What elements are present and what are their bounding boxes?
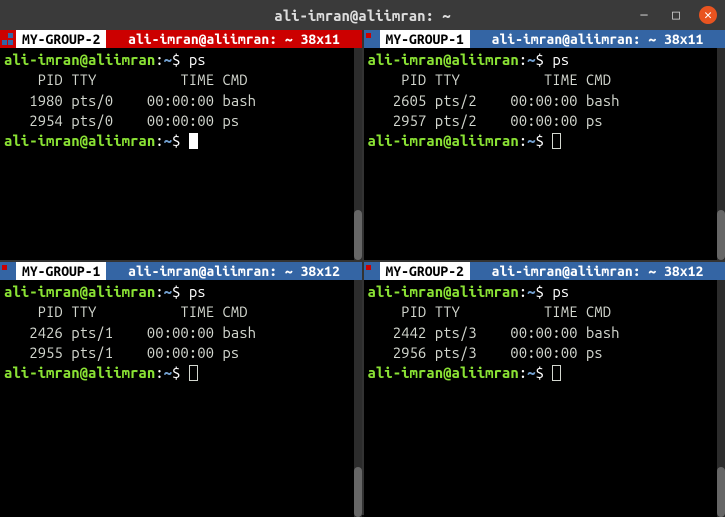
pane-group-label: MY-GROUP-2 — [380, 262, 470, 280]
prompt-host: aliimran — [88, 51, 155, 68]
tab-grid-icon — [364, 33, 380, 45]
ps-row: 2605 pts/2 00:00:00 bash — [368, 91, 722, 111]
pane-title: ali-imran@aliimran: ~ 38x12 — [470, 263, 725, 279]
scroll-thumb[interactable] — [717, 210, 725, 260]
scrollbar[interactable] — [354, 280, 362, 517]
scrollbar[interactable] — [354, 48, 362, 260]
ps-row: 2956 pts/3 00:00:00 ps — [368, 343, 722, 363]
scrollbar[interactable] — [717, 48, 725, 260]
prompt-user: ali-imran — [4, 51, 80, 68]
ps-row: 1980 pts/0 00:00:00 bash — [4, 91, 358, 111]
ps-header: PID TTY TIME CMD — [4, 70, 358, 90]
terminal-pane-1[interactable]: MY-GROUP-1 ali-imran@aliimran: ~ 38x11 a… — [364, 30, 725, 260]
terminal-pane-3[interactable]: MY-GROUP-2 ali-imran@aliimran: ~ 38x12 a… — [364, 262, 725, 517]
pane-title: ali-imran@aliimran: ~ 38x11 — [470, 31, 725, 47]
tab-grid-icon — [0, 265, 16, 277]
tab-grid-icon — [364, 265, 380, 277]
close-button[interactable]: ✕ — [699, 6, 717, 24]
terminal-pane-2[interactable]: MY-GROUP-1 ali-imran@aliimran: ~ 38x12 a… — [0, 262, 362, 517]
ps-row: 2955 pts/1 00:00:00 ps — [4, 343, 358, 363]
pane-titlebar[interactable]: MY-GROUP-2 ali-imran@aliimran: ~ 38x11 — [0, 30, 362, 48]
cursor-icon — [189, 365, 198, 381]
terminal-output[interactable]: ali-imran@aliimran:~$ ps PID TTY TIME CM… — [364, 48, 725, 260]
command-text: ps — [189, 51, 206, 68]
cursor-icon — [552, 365, 561, 381]
cursor-icon — [552, 133, 561, 149]
cursor-icon — [189, 133, 198, 149]
terminal-output[interactable]: ali-imran@aliimran:~$ ps PID TTY TIME CM… — [0, 280, 362, 517]
pane-group-label: MY-GROUP-1 — [16, 262, 106, 280]
ps-row: 2426 pts/1 00:00:00 bash — [4, 323, 358, 343]
ps-row: 2954 pts/0 00:00:00 ps — [4, 111, 358, 131]
scroll-thumb[interactable] — [354, 467, 362, 517]
minimize-button[interactable]: — — [635, 6, 653, 24]
scroll-thumb[interactable] — [354, 210, 362, 260]
pane-titlebar[interactable]: MY-GROUP-1 ali-imran@aliimran: ~ 38x11 — [364, 30, 725, 48]
terminal-output[interactable]: ali-imran@aliimran:~$ ps PID TTY TIME CM… — [364, 280, 725, 517]
terminal-grid: MY-GROUP-2 ali-imran@aliimran: ~ 38x11 a… — [0, 30, 725, 515]
terminal-pane-0[interactable]: MY-GROUP-2 ali-imran@aliimran: ~ 38x11 a… — [0, 30, 362, 260]
tab-grid-icon — [0, 33, 16, 45]
prompt-path: ~ — [164, 51, 172, 68]
pane-titlebar[interactable]: MY-GROUP-1 ali-imran@aliimran: ~ 38x12 — [0, 262, 362, 280]
ps-row: 2442 pts/3 00:00:00 bash — [368, 323, 722, 343]
window-titlebar: ali-imran@aliimran: ~ — □ ✕ — [0, 0, 725, 30]
scroll-thumb[interactable] — [717, 467, 725, 517]
pane-title: ali-imran@aliimran: ~ 38x12 — [106, 263, 361, 279]
pane-title: ali-imran@aliimran: ~ 38x11 — [106, 31, 361, 47]
maximize-button[interactable]: □ — [667, 6, 685, 24]
pane-titlebar[interactable]: MY-GROUP-2 ali-imran@aliimran: ~ 38x12 — [364, 262, 725, 280]
pane-group-label: MY-GROUP-1 — [380, 30, 470, 48]
pane-group-label: MY-GROUP-2 — [16, 30, 106, 48]
window-title: ali-imran@aliimran: ~ — [274, 7, 450, 24]
window-controls: — □ ✕ — [635, 6, 717, 24]
terminal-output[interactable]: ali-imran@aliimran:~$ ps PID TTY TIME CM… — [0, 48, 362, 260]
scrollbar[interactable] — [717, 280, 725, 517]
ps-row: 2957 pts/2 00:00:00 ps — [368, 111, 722, 131]
